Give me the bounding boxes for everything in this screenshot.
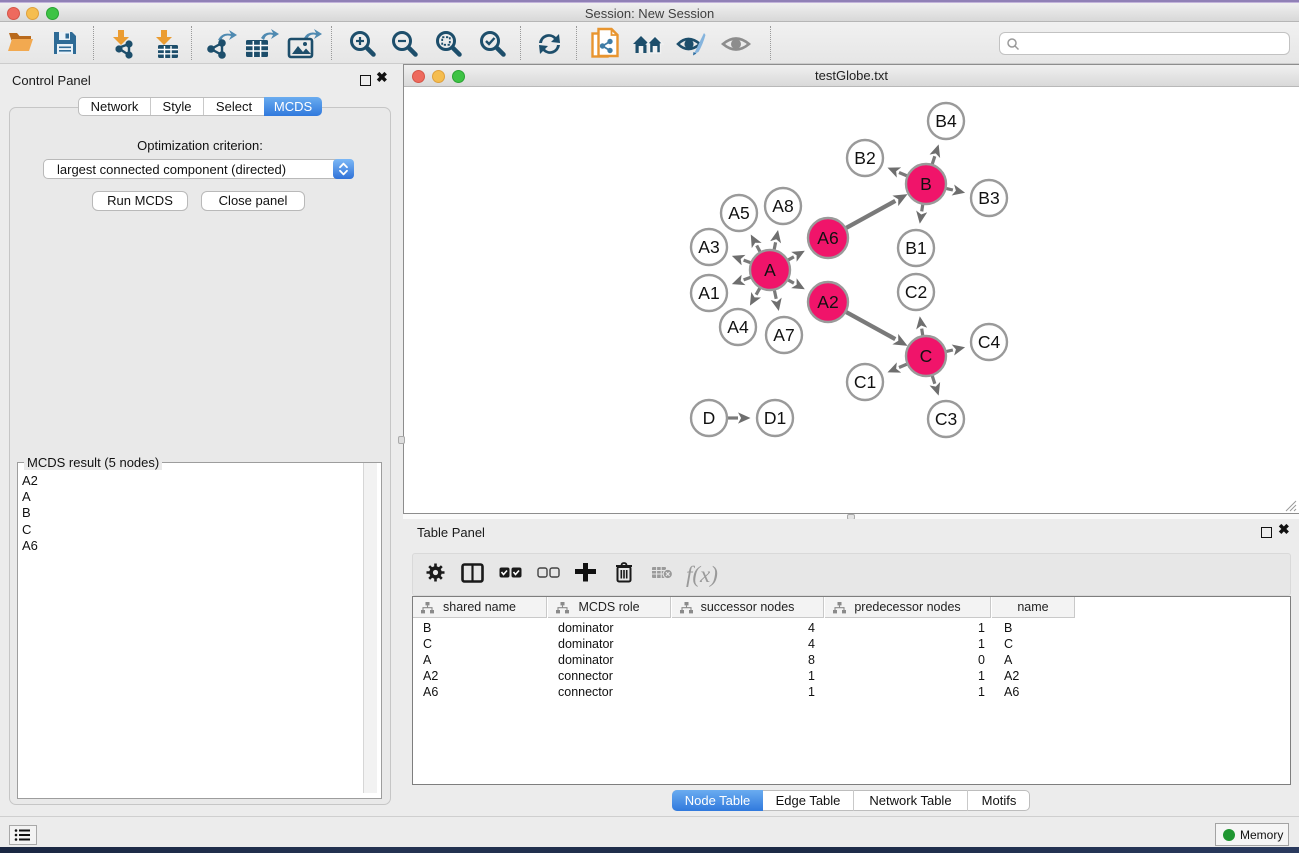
svg-text:A1: A1: [698, 283, 719, 303]
svg-text:C3: C3: [935, 409, 957, 429]
svg-text:B: B: [920, 174, 932, 194]
svg-text:A3: A3: [698, 237, 719, 257]
svg-text:A6: A6: [817, 228, 838, 248]
svg-text:C: C: [920, 346, 933, 366]
svg-text:A5: A5: [728, 203, 749, 223]
svg-text:D1: D1: [764, 408, 786, 428]
svg-text:A7: A7: [773, 325, 794, 345]
svg-text:B4: B4: [935, 111, 957, 131]
svg-text:A2: A2: [817, 292, 838, 312]
svg-text:A4: A4: [727, 317, 749, 337]
svg-text:A8: A8: [772, 196, 793, 216]
svg-text:A: A: [764, 260, 776, 280]
svg-text:B3: B3: [978, 188, 999, 208]
svg-text:C4: C4: [978, 332, 1001, 352]
svg-text:D: D: [703, 408, 716, 428]
svg-text:B2: B2: [854, 148, 875, 168]
svg-text:C1: C1: [854, 372, 876, 392]
svg-text:B1: B1: [905, 238, 926, 258]
svg-text:C2: C2: [905, 282, 927, 302]
